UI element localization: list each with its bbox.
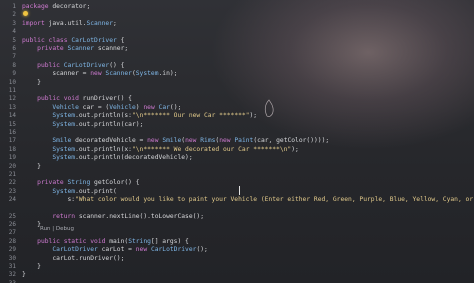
- code-line[interactable]: scanner = new Scanner(System.in);: [22, 69, 177, 78]
- code-line[interactable]: private Scanner scanner;: [22, 44, 128, 53]
- code-line[interactable]: return scanner.nextLine().toLowerCase();: [22, 212, 204, 221]
- code-line[interactable]: s:"What color would you like to paint yo…: [22, 195, 474, 204]
- code-line[interactable]: }: [22, 220, 41, 229]
- screen-reflection-doodle: [264, 99, 274, 117]
- code-line[interactable]: System.out.println(decoratedVehicle);: [22, 153, 192, 162]
- lightbulb-icon[interactable]: [23, 11, 28, 16]
- code-line[interactable]: }: [22, 78, 41, 87]
- code-line[interactable]: package decorator;: [22, 2, 90, 11]
- line-number: 24: [8, 196, 16, 204]
- codelens-run-debug[interactable]: Run | Debug: [40, 226, 74, 232]
- code-line[interactable]: }: [22, 270, 26, 279]
- code-line[interactable]: }: [22, 162, 41, 171]
- screen-glare: [210, 0, 474, 150]
- line-number: 33: [0, 279, 16, 283]
- code-editor[interactable]: 1 2 3 4 5 6 7 8 9 10 11 12 13 14 15 16 17 18 19 20 21 22 23 24 2…: [0, 0, 474, 283]
- code-line[interactable]: import java.util.Scanner;: [22, 19, 117, 28]
- text-cursor-icon: [239, 186, 240, 195]
- code-line[interactable]: System.out.println(car);: [22, 120, 143, 129]
